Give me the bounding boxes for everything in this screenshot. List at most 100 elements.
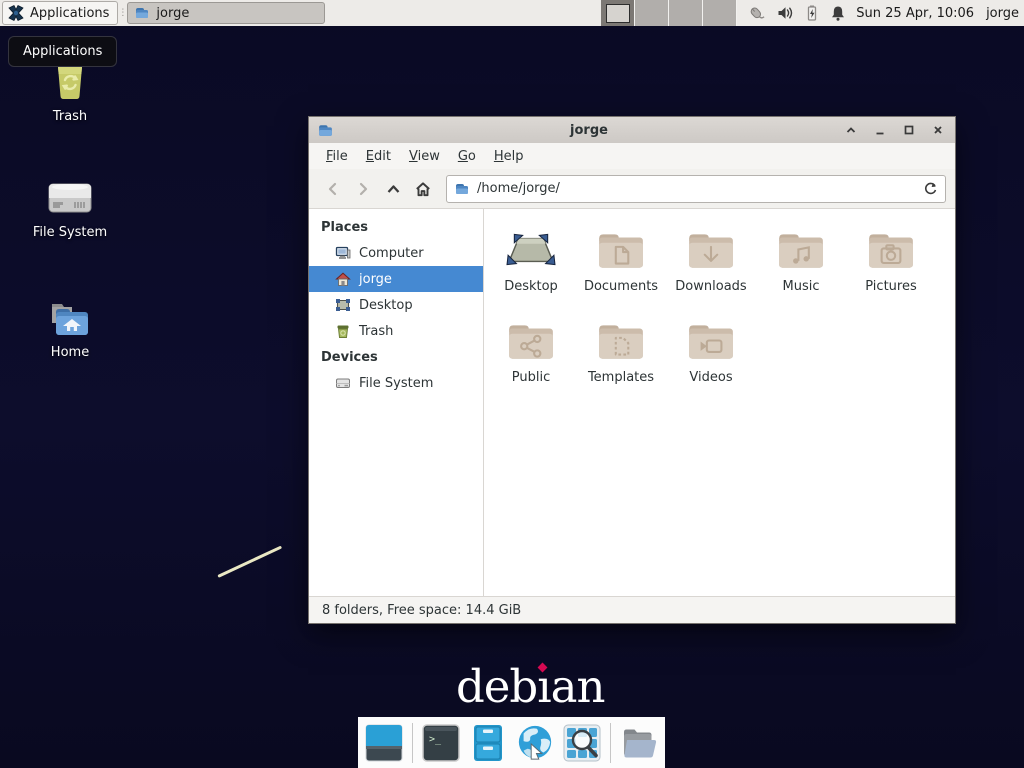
workspace-1[interactable] [601, 0, 635, 26]
application-finder-button[interactable] [563, 724, 601, 762]
file-cabinet-icon [469, 724, 507, 762]
file-documents[interactable]: Documents [576, 229, 666, 294]
location-bar[interactable]: /home/jorge/ [446, 175, 946, 203]
pictures-folder-icon [866, 229, 916, 271]
applications-menu-button[interactable]: Applications [2, 1, 118, 25]
sidebar-item-filesystem[interactable]: File System [309, 370, 483, 396]
desktop-icon [335, 297, 351, 313]
folder-icon [134, 5, 150, 21]
sidebar-header-places: Places [309, 214, 483, 240]
forward-button[interactable] [348, 175, 378, 203]
file-label: Pictures [865, 279, 916, 294]
sidebar-item-label: jorge [359, 272, 392, 287]
menu-go[interactable]: Go [449, 149, 485, 164]
mouse-settings-icon[interactable] [746, 4, 766, 22]
file-music[interactable]: Music [756, 229, 846, 294]
computer-icon [335, 245, 351, 261]
menu-view[interactable]: View [400, 149, 449, 164]
shade-button[interactable] [844, 123, 858, 137]
system-tray [746, 4, 846, 22]
dock: >_ [358, 717, 665, 768]
workspace-3[interactable] [669, 0, 703, 26]
taskbar-window-title: jorge [156, 6, 189, 21]
show-desktop-button[interactable] [365, 724, 403, 762]
sidebar-item-trash[interactable]: Trash [309, 318, 483, 344]
desktop-icon-label: File System [33, 225, 107, 240]
desktop-icon-home[interactable]: Home [22, 298, 118, 360]
file-grid: Desktop Documents Downloads [484, 209, 955, 596]
sidebar-item-jorge[interactable]: jorge [309, 266, 483, 292]
location-path[interactable]: /home/jorge/ [477, 181, 916, 196]
desktop-folder-icon [506, 229, 556, 271]
chevron-right-icon [355, 181, 371, 197]
home-icon [414, 180, 432, 198]
documents-folder-icon [596, 229, 646, 271]
menu-edit[interactable]: Edit [357, 149, 400, 164]
workspace-window-preview [606, 4, 630, 23]
harddrive-icon [335, 375, 351, 391]
workspace-pager [601, 0, 737, 26]
workspace-2[interactable] [635, 0, 669, 26]
volume-icon[interactable] [777, 4, 794, 22]
workspace-4[interactable] [703, 0, 737, 26]
file-videos[interactable]: Videos [666, 320, 756, 385]
desktop-icon-filesystem[interactable]: File System [22, 178, 118, 240]
web-browser-button[interactable] [516, 724, 554, 762]
dock-separator [610, 723, 611, 763]
close-button[interactable] [931, 123, 945, 137]
file-downloads[interactable]: Downloads [666, 229, 756, 294]
panel-handle[interactable]: ⋮ [118, 0, 126, 26]
file-manager-button[interactable] [469, 724, 507, 762]
file-label: Documents [584, 279, 658, 294]
xfce-applications-icon [7, 4, 25, 22]
file-pictures[interactable]: Pictures [846, 229, 936, 294]
battery-icon[interactable] [805, 4, 819, 22]
show-desktop-icon [365, 724, 403, 762]
location-folder-icon [454, 181, 470, 197]
window-title: jorge [334, 123, 844, 138]
back-button[interactable] [318, 175, 348, 203]
panel-username[interactable]: jorge [986, 6, 1019, 21]
reload-icon[interactable] [923, 181, 938, 196]
up-button[interactable] [378, 175, 408, 203]
templates-folder-icon [596, 320, 646, 362]
music-folder-icon [776, 229, 826, 271]
desktop-icon-label: Trash [53, 109, 87, 124]
trash-icon [335, 323, 351, 339]
sidebar-header-devices: Devices [309, 344, 483, 370]
minimize-button[interactable] [873, 123, 887, 137]
sidebar-item-label: File System [359, 376, 433, 391]
file-public[interactable]: Public [486, 320, 576, 385]
application-finder-icon [563, 724, 601, 762]
file-label: Music [783, 279, 820, 294]
file-desktop[interactable]: Desktop [486, 229, 576, 294]
menu-help[interactable]: Help [485, 149, 533, 164]
folder-shortcut-button[interactable] [620, 724, 658, 762]
dock-separator [412, 723, 413, 763]
notifications-icon[interactable] [830, 4, 846, 22]
menu-file[interactable]: File [317, 149, 357, 164]
videos-folder-icon [686, 320, 736, 362]
file-templates[interactable]: Templates [576, 320, 666, 385]
debian-logo-text: an [551, 660, 605, 713]
sidebar-item-computer[interactable]: Computer [309, 240, 483, 266]
taskbar-window-button[interactable]: jorge [127, 2, 325, 24]
maximize-button[interactable] [902, 123, 916, 137]
terminal-button[interactable]: >_ [422, 724, 460, 762]
debian-logo-text: deb [456, 660, 537, 713]
window-titlebar[interactable]: jorge [309, 117, 955, 143]
toolbar: /home/jorge/ [309, 169, 955, 209]
desktop: Applications ⋮ jorge [0, 0, 1024, 768]
sidebar-item-desktop[interactable]: Desktop [309, 292, 483, 318]
file-folder-icon [620, 724, 658, 762]
statusbar: 8 folders, Free space: 14.4 GiB [309, 596, 955, 623]
file-label: Desktop [504, 279, 558, 294]
wallpaper-line-artifact [217, 546, 282, 578]
home-button[interactable] [408, 175, 438, 203]
sidebar-item-label: Computer [359, 246, 424, 261]
applications-tooltip: Applications [8, 36, 117, 67]
sidebar-item-label: Desktop [359, 298, 413, 313]
sidebar: Places Computer [309, 209, 484, 596]
panel-clock[interactable]: Sun 25 Apr, 10:06 [856, 6, 974, 21]
window-folder-icon [317, 122, 334, 139]
